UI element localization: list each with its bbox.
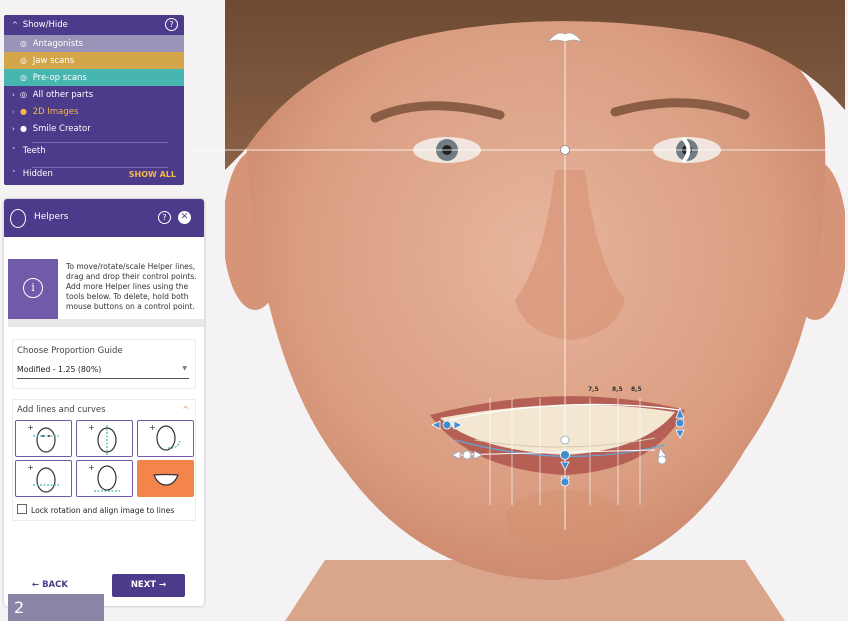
eye-hidden-icon[interactable]: ◎ [20,52,30,69]
chevron-up-icon[interactable]: ^ [182,405,189,414]
smile-icon [153,473,179,486]
add-chin-line-tool[interactable]: + [76,460,133,497]
lines-curves-card: Add lines and curves ^ + + + + + Lock ro… [12,399,196,521]
measurement-label: 8,5 [612,386,623,393]
svg-text:+: + [27,463,34,472]
helpers-panel: Helpers ? ✕ i To move/rotate/scale Helpe… [4,199,204,606]
layer-label: Antagonists [32,39,83,49]
svg-text:+: + [88,423,95,432]
close-icon[interactable]: ✕ [178,211,191,224]
face-curve-icon: + [149,423,181,451]
eye-icon[interactable]: ● [20,103,30,120]
group-teeth[interactable]: ˅ Teeth [4,143,184,160]
chevron-down-icon[interactable]: ˅ [12,166,20,183]
chevron-right-icon[interactable]: › [12,121,20,138]
layer-label: Pre-op scans [32,73,87,83]
proportion-guide-value: Modified - 1.25 (80%) [17,365,102,374]
chevron-down-icon[interactable]: ˅ [12,143,20,160]
top-scale-handle[interactable] [547,32,583,43]
step-badge: 2 [8,594,104,621]
divider [8,319,204,327]
back-button[interactable]: ← BACK [32,580,68,590]
face-chin-line-icon: + [88,463,120,492]
layer-smile-creator[interactable]: › ● Smile Creator [4,120,184,137]
add-lip-line-tool[interactable]: + [15,460,72,497]
chevron-right-icon[interactable]: › [12,104,20,121]
layer-label: Jaw scans [32,56,75,66]
next-button[interactable]: NEXT → [112,574,185,597]
center-control-point[interactable] [560,145,570,155]
dropdown-arrow-icon: ▼ [182,365,187,372]
face-lip-line-icon: + [27,463,59,493]
svg-text:+: + [88,463,95,472]
layer-label: 2D Images [32,107,79,117]
helpers-header: Helpers ? ✕ [4,199,204,237]
add-curve-tool[interactable]: + [137,420,194,457]
proportion-guide-label: Choose Proportion Guide [17,346,123,356]
smile-curve-tool[interactable] [137,460,194,497]
face-icon [10,209,26,228]
info-icon-box: i [8,259,58,319]
svg-text:+: + [149,423,156,432]
proportion-guide-select[interactable]: Modified - 1.25 (80%) ▼ [17,363,189,379]
show-hide-panel: ^ Show/Hide ? ◎ Antagonists ◎ Jaw scans … [4,15,184,185]
show-hide-title: Show/Hide [22,20,68,30]
group-label: Hidden [22,169,53,179]
group-label: Teeth [22,146,46,156]
layer-pre-op-scans[interactable]: ◎ Pre-op scans [4,69,184,86]
lock-rotation-label: Lock rotation and align image to lines [31,506,175,515]
add-midline-tool[interactable]: + [76,420,133,457]
info-text: To move/rotate/scale Helper lines, drag … [66,262,197,311]
show-all-button[interactable]: SHOW ALL [129,166,176,183]
face-line-icon: + [27,423,59,453]
chevron-right-icon[interactable]: › [12,87,20,104]
info-icon: i [23,278,43,298]
lock-rotation-option[interactable]: Lock rotation and align image to lines [17,504,174,515]
add-eye-line-tool[interactable]: + [15,420,72,457]
layer-2d-images[interactable]: › ● 2D Images [4,103,184,120]
eye-hidden-icon[interactable]: ◎ [20,69,30,86]
group-hidden[interactable]: ˅ Hidden SHOW ALL [4,166,184,183]
layer-label: All other parts [32,90,94,100]
info-box: i To move/rotate/scale Helper lines, dra… [8,259,204,319]
eye-icon[interactable]: ● [20,120,30,137]
helpers-title: Helpers [34,212,69,222]
measurement-label: 8,5 [631,386,642,393]
chevron-up-icon: ^ [12,21,18,29]
lines-curves-label: Add lines and curves [17,405,106,415]
help-icon[interactable]: ? [158,211,171,224]
help-icon[interactable]: ? [165,18,178,31]
layer-label: Smile Creator [32,124,91,134]
proportion-guide-card: Choose Proportion Guide Modified - 1.25 … [12,339,196,389]
measurement-label: 7,5 [588,386,599,393]
lock-rotation-checkbox[interactable] [17,504,27,514]
eye-hidden-icon[interactable]: ◎ [20,86,30,103]
layer-all-other-parts[interactable]: › ◎ All other parts [4,86,184,103]
face-midline-icon: + [88,423,117,455]
show-hide-header[interactable]: ^ Show/Hide ? [4,15,184,35]
svg-text:+: + [27,423,34,432]
layer-antagonists[interactable]: ◎ Antagonists [4,35,184,52]
layer-jaw-scans[interactable]: ◎ Jaw scans [4,52,184,69]
eye-hidden-icon[interactable]: ◎ [20,35,30,52]
